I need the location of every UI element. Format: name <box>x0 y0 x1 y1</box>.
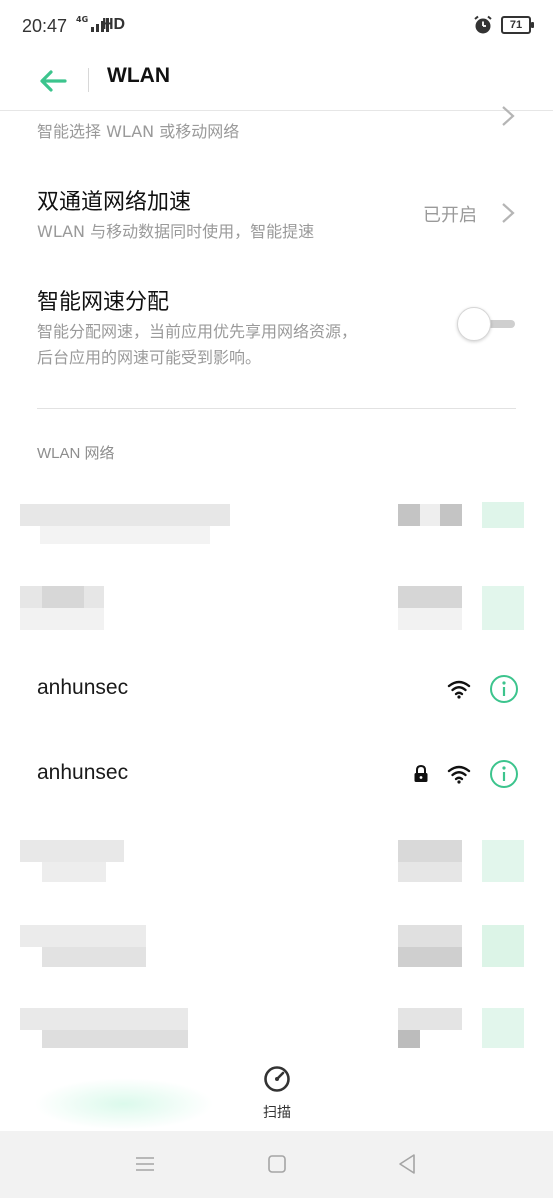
menu-icon <box>136 1157 154 1171</box>
redacted-icon-block <box>398 840 462 862</box>
redacted-name-block <box>20 1008 188 1030</box>
network-name: anhunsec <box>37 761 129 784</box>
redacted-info-block <box>482 1008 524 1050</box>
redacted-icon-block <box>398 862 462 882</box>
redacted-info-block <box>482 925 524 967</box>
info-icon[interactable] <box>489 759 519 789</box>
chevron-right-icon <box>502 106 515 126</box>
back-triangle-icon <box>399 1154 415 1174</box>
back-button[interactable] <box>36 64 70 98</box>
redacted-network-row[interactable] <box>0 1000 553 1050</box>
dual-channel-status: 已开启 <box>423 205 477 226</box>
redacted-network-row[interactable] <box>0 830 553 890</box>
scan-label: 扫描 <box>263 1105 291 1121</box>
home-icon <box>268 1155 286 1173</box>
info-icon[interactable] <box>489 674 519 704</box>
status-time: 20:47 <box>22 16 68 36</box>
smart-speed-subtitle-line1: 智能分配网速，当前应用优先享用网络资源， <box>37 322 358 341</box>
smart-select-row[interactable]: 智能选择 WLAN 或移动网络 <box>0 106 553 161</box>
redacted-name-block <box>42 1030 188 1050</box>
redacted-name-block <box>42 862 106 882</box>
redacted-info-block <box>482 586 524 630</box>
redacted-icon-block <box>398 947 462 967</box>
redacted-name-block <box>20 925 146 947</box>
wlan-networks-label: WLAN 网络 <box>37 445 115 462</box>
redacted-network-row[interactable] <box>0 490 553 550</box>
redacted-name-block <box>42 947 146 967</box>
redacted-name-block <box>20 504 230 526</box>
alarm-icon <box>474 15 492 34</box>
scan-icon <box>264 1066 290 1092</box>
decorative-glow <box>34 1078 214 1130</box>
redacted-info-block <box>482 840 524 882</box>
redacted-icon-block <box>420 504 440 526</box>
dual-channel-row[interactable]: 双通道网络加速 WLAN 与移动数据同时使用，智能提速 已开启 <box>0 170 553 260</box>
redacted-icon-block <box>398 925 462 947</box>
redacted-icon-block <box>398 586 462 608</box>
hd-indicator: HD <box>102 16 126 33</box>
redacted-info-block <box>482 502 524 528</box>
redacted-name-block <box>20 840 124 862</box>
nav-menu-button[interactable] <box>130 1151 160 1177</box>
redacted-network-row[interactable] <box>0 915 553 975</box>
dual-channel-subtitle: WLAN 与移动数据同时使用，智能提速 <box>37 222 315 241</box>
smart-speed-title: 智能网速分配 <box>37 290 170 315</box>
network-name: anhunsec <box>37 676 129 699</box>
back-arrow-icon <box>40 70 67 92</box>
redacted-network-row[interactable] <box>0 574 553 634</box>
network-row-anhunsec-locked[interactable]: anhunsec <box>0 739 553 809</box>
nav-home-button[interactable] <box>262 1151 292 1177</box>
lock-icon <box>414 765 428 782</box>
redacted-icon-block <box>398 608 462 630</box>
redacted-icon-block <box>398 1030 420 1050</box>
scan-button[interactable]: 扫描 <box>246 1064 308 1124</box>
section-divider <box>37 408 516 409</box>
dual-channel-title: 双通道网络加速 <box>37 190 192 215</box>
status-bar: 20:47 4G HD 71 <box>0 0 553 56</box>
redacted-name-block <box>20 608 104 630</box>
nav-back-button[interactable] <box>392 1151 422 1177</box>
redacted-name-block <box>42 586 84 608</box>
wifi-icon <box>447 765 471 784</box>
redacted-icon-block <box>398 1008 462 1030</box>
header-divider <box>88 68 89 92</box>
chevron-right-icon <box>502 203 515 223</box>
system-nav-bar <box>0 1131 553 1198</box>
redacted-name-block <box>40 526 210 544</box>
page-title: WLAN <box>107 64 170 87</box>
smart-speed-toggle[interactable] <box>457 307 515 341</box>
smart-select-subtitle: 智能选择 WLAN 或移动网络 <box>37 122 240 141</box>
battery-indicator: 71 <box>501 16 534 34</box>
network-row-anhunsec-open[interactable]: anhunsec <box>0 654 553 724</box>
toggle-knob <box>457 307 491 341</box>
smart-speed-subtitle-line2: 后台应用的网速可能受到影响。 <box>37 348 262 367</box>
app-header: WLAN <box>0 56 553 111</box>
wifi-icon <box>447 680 471 699</box>
network-type: 4G <box>76 14 89 24</box>
